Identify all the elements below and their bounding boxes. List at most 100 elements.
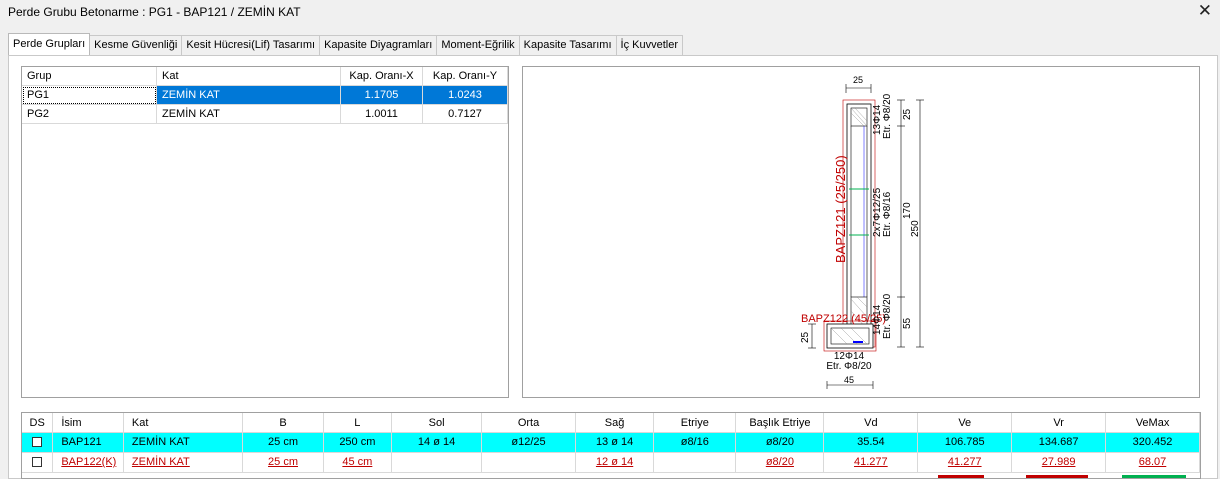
dim-right-total: 250 (910, 220, 921, 237)
table-row[interactable]: PG1 ZEMİN KAT 1.1705 1.0243 (22, 86, 508, 105)
cell-kat[interactable]: ZEMİN KAT (157, 86, 341, 105)
cell-vemax[interactable]: 320.452 (1106, 433, 1200, 453)
cell-etriye[interactable]: ø8/16 (654, 433, 737, 453)
wall-table-header: DS İsim Kat B L Sol Orta Sağ Etriye Başl… (22, 413, 1200, 433)
tab-kesme-guvenligi[interactable]: Kesme Güvenliği (89, 35, 183, 55)
cell-kat[interactable]: ZEMİN KAT (157, 105, 341, 124)
cell-grup[interactable]: PG1 (22, 86, 157, 105)
section-drawing: 25 BAPZ121 (25/250) BAPZ122 (45/25) 13Φ1… (522, 66, 1200, 398)
cell-isim[interactable]: BAP122(K) (53, 453, 124, 473)
cell-etriye[interactable] (654, 453, 737, 473)
table-row[interactable]: BAP122(K) ZEMİN KAT 25 cm 45 cm 12 ø 14 … (22, 453, 1200, 473)
dim-right-top: 25 (902, 108, 913, 120)
rebar-top-2: Etr. Φ8/20 (882, 93, 893, 139)
cell-orta[interactable] (482, 453, 576, 473)
ds-checkbox-cell[interactable] (22, 453, 54, 473)
cell-sol[interactable] (392, 453, 483, 473)
cell-b[interactable]: 25 cm (243, 453, 324, 473)
cell-sag[interactable]: 12 ø 14 (575, 453, 655, 473)
close-icon[interactable]: ✕ (1198, 1, 1212, 21)
tab-ic-kuvvetler[interactable]: İç Kuvvetler (615, 35, 683, 55)
cell-l-text: 45 cm (342, 456, 373, 468)
col-grup[interactable]: Grup (22, 67, 157, 85)
cell-orta[interactable]: ø12/25 (482, 433, 576, 453)
cell-kap-y[interactable]: 0.7127 (423, 105, 508, 124)
col-l[interactable]: L (323, 413, 393, 433)
col-sag[interactable]: Sağ (575, 413, 655, 433)
cell-baslik-etriye[interactable]: ø8/20 (736, 453, 825, 473)
cell-ve[interactable]: 41.277 (918, 453, 1013, 473)
col-etriye[interactable]: Etriye (654, 413, 737, 433)
ds-checkbox[interactable] (32, 457, 43, 467)
group-table[interactable]: Grup Kat Kap. Oranı-X Kap. Oranı-Y PG1 Z… (21, 66, 509, 398)
tab-moment-egrilik[interactable]: Moment-Eğrilik (436, 35, 520, 55)
cell-vemax-text: 68.07 (1138, 456, 1167, 468)
cell-kat[interactable]: ZEMİN KAT (123, 453, 244, 473)
label-main-wall: BAPZ121 (25/250) (833, 155, 848, 263)
cell-b[interactable]: 25 cm (243, 433, 324, 453)
cell-vd-text: 41.277 (854, 456, 888, 468)
table-row[interactable]: PG2 ZEMİN KAT 1.0011 0.7127 (22, 105, 508, 124)
col-vemax[interactable]: VeMax (1106, 413, 1200, 433)
tab-kapasite-tasarimi[interactable]: Kapasite Tasarımı (518, 35, 617, 55)
col-sol[interactable]: Sol (392, 413, 483, 433)
wall-table[interactable]: DS İsim Kat B L Sol Orta Sağ Etriye Başl… (21, 412, 1201, 479)
col-isim[interactable]: İsim (53, 413, 124, 433)
cell-baslik-etriye[interactable]: ø8/20 (736, 433, 825, 453)
cell-b-text: 25 cm (268, 456, 298, 468)
vemax-ok-mark (1122, 475, 1186, 478)
cell-kap-x[interactable]: 1.0011 (341, 105, 423, 124)
col-vd[interactable]: Vd (824, 413, 919, 433)
cell-isim-text: BAP122(K) (61, 456, 117, 468)
cell-ve[interactable]: 106.785 (918, 433, 1013, 453)
cell-sol[interactable]: 14 ø 14 (392, 433, 483, 453)
cell-vemax[interactable]: 68.07 (1106, 453, 1200, 473)
rebar-bot-2: Etr. Φ8/20 (882, 293, 893, 339)
col-orta[interactable]: Orta (482, 413, 576, 433)
col-vr[interactable]: Vr (1012, 413, 1107, 433)
cell-grup[interactable]: PG2 (22, 105, 157, 124)
tab-kesit-hucresi[interactable]: Kesit Hücresi(Lif) Tasarımı (181, 35, 321, 55)
dim-top: 25 (853, 75, 863, 85)
col-kap-x[interactable]: Kap. Oranı-X (341, 67, 423, 85)
cell-isim[interactable]: BAP121 (53, 433, 124, 453)
cell-kat-text: ZEMİN KAT (131, 456, 190, 468)
ds-checkbox[interactable] (32, 437, 43, 447)
dim-right-mid: 170 (902, 202, 913, 219)
cell-kap-y[interactable]: 1.0243 (423, 86, 508, 105)
section-drawing-svg: 25 BAPZ121 (25/250) BAPZ122 (45/25) 13Φ1… (800, 75, 924, 389)
table-row[interactable]: BAP121 ZEMİN KAT 25 cm 250 cm 14 ø 14 ø1… (22, 433, 1200, 453)
ds-checkbox-cell[interactable] (22, 433, 54, 453)
rebar-foot-2: Etr. Φ8/20 (826, 361, 872, 372)
cell-sag[interactable]: 13 ø 14 (575, 433, 655, 453)
dim-bottom: 45 (844, 375, 854, 385)
cell-ve-text: 41.277 (947, 456, 982, 468)
col-kat[interactable]: Kat (123, 413, 244, 433)
dim-right-bot: 55 (902, 317, 913, 329)
rebar-mid-2: Etr. Φ8/16 (882, 191, 893, 237)
tab-strip: Perde Grupları Kesme Güvenliği Kesit Hüc… (8, 33, 683, 55)
cell-l[interactable]: 45 cm (323, 453, 393, 473)
cell-kap-x[interactable]: 1.1705 (341, 86, 423, 105)
col-baslik-etriye[interactable]: Başlık Etriye (736, 413, 825, 433)
cell-vd[interactable]: 41.277 (824, 453, 919, 473)
col-kat[interactable]: Kat (157, 67, 341, 85)
vr-fail-mark (1026, 475, 1088, 478)
cell-sag-text: 12 ø 14 (595, 456, 634, 468)
cell-baslik-text: ø8/20 (765, 456, 794, 468)
dim-left-small: 25 (800, 331, 811, 343)
cell-vd[interactable]: 35.54 (824, 433, 919, 453)
col-ds[interactable]: DS (22, 413, 54, 433)
ve-fail-mark (938, 475, 984, 478)
cell-vr[interactable]: 27.989 (1012, 453, 1107, 473)
tab-perde-gruplari[interactable]: Perde Grupları (8, 33, 91, 55)
cell-vr[interactable]: 134.687 (1012, 433, 1107, 453)
col-ve[interactable]: Ve (918, 413, 1013, 433)
col-kap-y[interactable]: Kap. Oranı-Y (423, 67, 508, 85)
tab-kapasite-diyagramlari[interactable]: Kapasite Diyagramları (319, 35, 438, 55)
cell-kat[interactable]: ZEMİN KAT (123, 433, 244, 453)
window-title: Perde Grubu Betonarme : PG1 - BAP121 / Z… (8, 5, 301, 19)
col-b[interactable]: B (243, 413, 324, 433)
cell-l[interactable]: 250 cm (323, 433, 393, 453)
title-bar: Perde Grubu Betonarme : PG1 - BAP121 / Z… (0, 0, 1220, 24)
